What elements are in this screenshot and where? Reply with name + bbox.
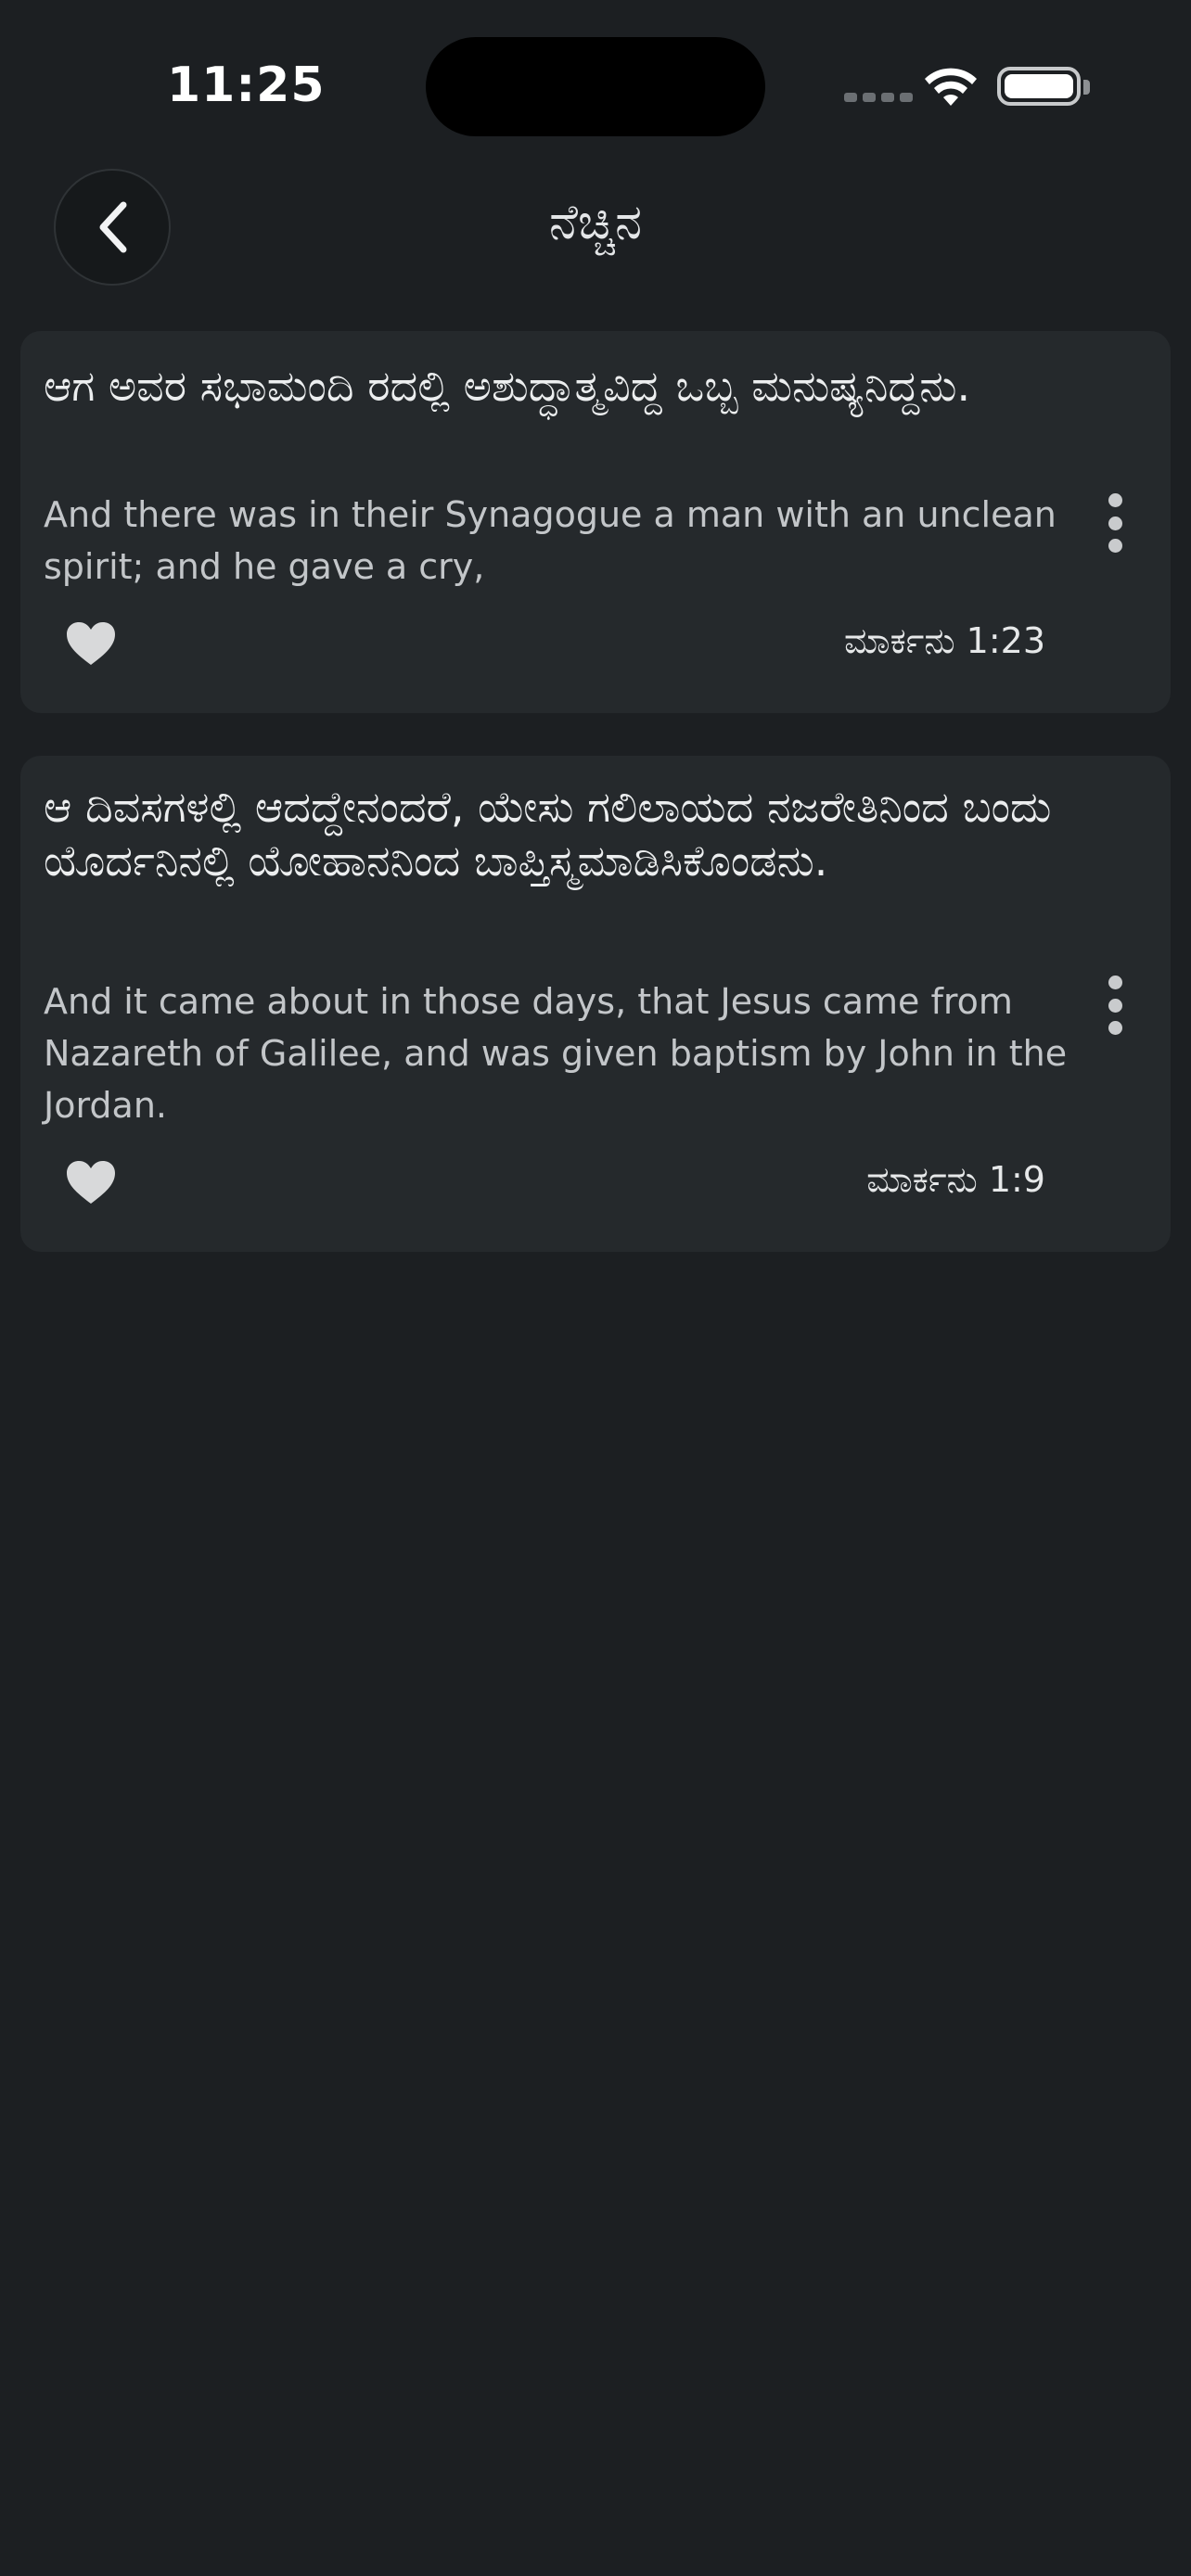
status-bar: 11:25 [0, 0, 1191, 158]
status-time: 11:25 [167, 57, 326, 113]
dynamic-island [426, 37, 765, 136]
more-vertical-icon [1108, 493, 1122, 507]
more-options-button[interactable] [1104, 493, 1126, 553]
more-vertical-icon [1108, 976, 1122, 989]
verse-english-text: And there was in their Synagogue a man w… [44, 494, 1057, 587]
heart-icon[interactable] [65, 1159, 117, 1205]
verse-kannada-text: ಆಗ ಅವರ ಸಭಾಮಂದಿ ರದಲ್ಲಿ ಅಶುದ್ಧಾತ್ಮವಿದ್ದ ಒಬ… [44, 361, 971, 411]
favorite-verse-card[interactable]: ಆ ದಿವಸಗಳಲ್ಲಿ ಆದದ್ದೇನಂದರೆ, ಯೇಸು ಗಲಿಲಾಯದ ನ… [20, 756, 1171, 1252]
header: ನೆಚ್ಚಿನ [0, 158, 1191, 297]
wifi-icon [925, 68, 977, 106]
verse-kannada-text: ಆ ದಿವಸಗಳಲ್ಲಿ ಆದದ್ದೇನಂದರೆ, ಯೇಸು ಗಲಿಲಾಯದ ನ… [44, 782, 1052, 886]
battery-cap [1083, 80, 1090, 95]
cellular-signal-icon [844, 93, 913, 102]
verse-english-text: And it came about in those days, that Je… [44, 981, 1068, 1126]
verse-reference: ಮಾರ್ಕನು 1:23 [844, 620, 1045, 661]
page-title: ನೆಚ್ಚಿನ [549, 195, 642, 250]
battery-icon [997, 67, 1081, 106]
favorite-verse-card[interactable]: ಆಗ ಅವರ ಸಭಾಮಂದಿ ರದಲ್ಲಿ ಅಶುದ್ಧಾತ್ಮವಿದ್ದ ಒಬ… [20, 331, 1171, 713]
verse-reference: ಮಾರ್ಕನು 1:9 [866, 1159, 1045, 1200]
heart-icon[interactable] [65, 620, 117, 667]
more-options-button[interactable] [1104, 976, 1126, 1035]
